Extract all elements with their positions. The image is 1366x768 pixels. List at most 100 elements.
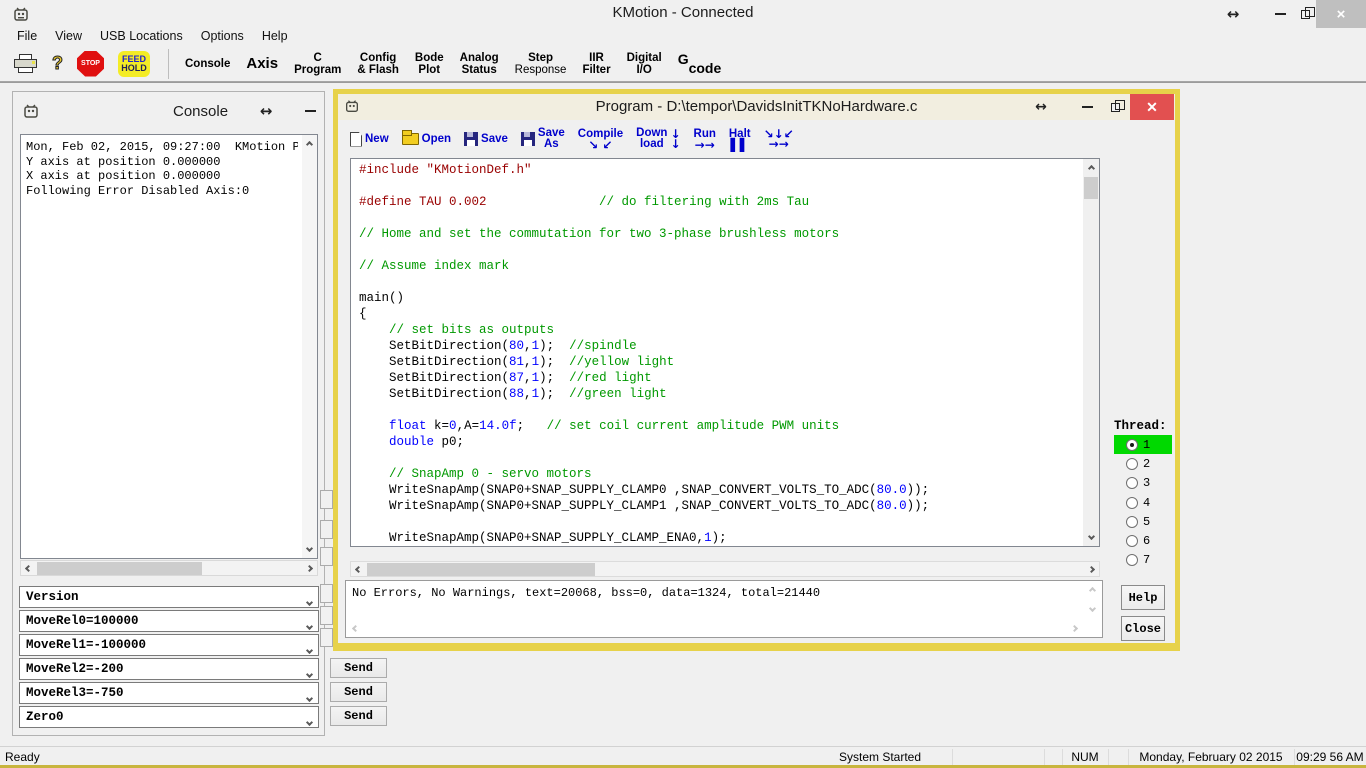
- chevron-down-icon[interactable]: [307, 619, 312, 633]
- close-button[interactable]: Close: [1121, 616, 1165, 641]
- scroll-right-icon[interactable]: [302, 561, 317, 575]
- toolbar-button-g-code[interactable]: Gcode: [676, 53, 724, 74]
- menu-file[interactable]: File: [8, 28, 46, 46]
- command-dropdown[interactable]: MoveRel0=100000: [19, 610, 319, 632]
- chevron-down-icon[interactable]: [307, 595, 312, 609]
- program-toolbar-download-button[interactable]: Download↓↓: [636, 128, 680, 150]
- toolbar-button-axis[interactable]: Axis: [244, 58, 280, 70]
- command-dropdown[interactable]: MoveRel2=-200: [19, 658, 319, 680]
- program-restore-button[interactable]: [1102, 94, 1128, 120]
- toolbar-button-digital-io[interactable]: DigitalI/O: [625, 52, 664, 76]
- program-toolbar-new-button[interactable]: New: [350, 132, 389, 147]
- partially-hidden-button[interactable]: [320, 520, 333, 539]
- toolbar-button-console[interactable]: Console: [183, 58, 232, 70]
- toolbar-button-iir-filter[interactable]: IIRFilter: [580, 52, 612, 76]
- chevron-down-icon[interactable]: [307, 691, 312, 705]
- program-toolbar-open-button[interactable]: Open: [402, 133, 451, 145]
- code-editor[interactable]: #include "KMotionDef.h" #define TAU 0.00…: [350, 158, 1100, 547]
- scrollbar-thumb[interactable]: [1084, 177, 1098, 199]
- toolbar-button-c-program[interactable]: CProgram: [292, 52, 343, 76]
- help-icon[interactable]: ?: [52, 53, 63, 74]
- command-dropdown[interactable]: MoveRel1=-100000: [19, 634, 319, 656]
- chevron-down-icon[interactable]: [307, 643, 312, 657]
- chevron-down-icon[interactable]: [307, 715, 312, 729]
- program-hsplit-button[interactable]: ↔: [1026, 94, 1056, 120]
- send-button[interactable]: Send: [330, 706, 387, 726]
- scroll-right-icon[interactable]: [1084, 562, 1099, 576]
- console-vertical-scrollbar[interactable]: [302, 135, 317, 558]
- scrollbar-thumb[interactable]: [37, 562, 202, 575]
- partially-hidden-send-button[interactable]: [320, 584, 333, 603]
- partially-hidden-button[interactable]: [320, 547, 333, 566]
- editor-vertical-scrollbar[interactable]: [1083, 159, 1099, 546]
- thread-option-2[interactable]: 2: [1114, 454, 1172, 473]
- chevron-down-icon[interactable]: [307, 667, 312, 681]
- thread-option-3[interactable]: 3: [1114, 474, 1172, 493]
- scroll-up-icon[interactable]: [302, 137, 317, 152]
- console-output-area[interactable]: Mon, Feb 02, 2015, 09:27:00 KMotion PY a…: [20, 134, 318, 559]
- main-close-button[interactable]: ×: [1316, 0, 1366, 28]
- main-hsplit-button[interactable]: ↔: [1218, 0, 1248, 28]
- main-restore-button[interactable]: [1292, 0, 1318, 28]
- scrollbar-thumb[interactable]: [367, 563, 595, 576]
- console-horizontal-scrollbar[interactable]: [20, 560, 318, 576]
- radio-button-icon[interactable]: [1126, 516, 1138, 528]
- program-toolbar-compile-download-run-button[interactable]: ↘↓↙→→: [764, 129, 794, 149]
- console-hsplit-button[interactable]: ↔: [251, 97, 281, 125]
- radio-button-icon[interactable]: [1126, 535, 1138, 547]
- scroll-down-icon[interactable]: [302, 541, 317, 556]
- console-log-line: Y axis at position 0.000000: [26, 155, 298, 170]
- program-toolbar-halt-button[interactable]: Halt▌▌: [729, 129, 751, 150]
- toolbar-button-step-response[interactable]: StepResponse: [513, 52, 569, 76]
- send-button[interactable]: Send: [330, 658, 387, 678]
- scroll-up-icon[interactable]: [1085, 583, 1100, 598]
- radio-button-icon[interactable]: [1126, 477, 1138, 489]
- toolbar-button-config-flash[interactable]: Config& Flash: [355, 52, 401, 76]
- program-toolbar-compile-button[interactable]: Compile↘ ↙: [578, 129, 623, 150]
- scroll-down-icon[interactable]: [1083, 529, 1099, 544]
- partially-hidden-send-button[interactable]: [320, 606, 333, 625]
- scroll-left-icon[interactable]: [351, 562, 366, 576]
- program-toolbar-save-as-button[interactable]: SaveAs: [521, 128, 565, 150]
- toolbar-button-bode-plot[interactable]: BodePlot: [413, 52, 446, 76]
- menu-usb-locations[interactable]: USB Locations: [91, 28, 192, 46]
- radio-button-icon[interactable]: [1126, 497, 1138, 509]
- help-button[interactable]: Help: [1121, 585, 1165, 610]
- scroll-left-icon[interactable]: [21, 561, 36, 575]
- stop-icon[interactable]: STOP: [77, 51, 104, 77]
- printer-icon[interactable]: [14, 54, 38, 74]
- program-minimize-button[interactable]: [1074, 94, 1100, 120]
- compiler-output-box[interactable]: No Errors, No Warnings, text=20068, bss=…: [345, 580, 1103, 638]
- scroll-down-icon[interactable]: [1085, 601, 1100, 616]
- scroll-left-icon[interactable]: [348, 621, 363, 636]
- partially-hidden-send-button[interactable]: [320, 628, 333, 647]
- program-toolbar-run-button[interactable]: Run→→: [694, 129, 716, 150]
- radio-button-icon[interactable]: [1126, 458, 1138, 470]
- main-minimize-button[interactable]: [1266, 0, 1294, 28]
- menu-help[interactable]: Help: [253, 28, 297, 46]
- program-toolbar-save-button[interactable]: Save: [464, 132, 508, 146]
- thread-option-6[interactable]: 6: [1114, 531, 1172, 550]
- radio-button-icon[interactable]: [1126, 554, 1138, 566]
- command-dropdown[interactable]: MoveRel3=-750: [19, 682, 319, 704]
- partially-hidden-button[interactable]: [320, 490, 333, 509]
- toolbar-button-analog-status[interactable]: AnalogStatus: [458, 52, 501, 76]
- menu-view[interactable]: View: [46, 28, 91, 46]
- thread-option-4[interactable]: 4: [1114, 493, 1172, 512]
- scroll-up-icon[interactable]: [1083, 161, 1099, 176]
- menu-options[interactable]: Options: [192, 28, 253, 46]
- program-close-button[interactable]: ✕: [1130, 94, 1174, 120]
- thread-option-7[interactable]: 7: [1114, 551, 1172, 570]
- thread-option-1[interactable]: 1: [1114, 435, 1172, 454]
- code-segment: );: [712, 531, 727, 545]
- editor-horizontal-scrollbar[interactable]: [350, 561, 1100, 577]
- scroll-right-icon[interactable]: [1067, 621, 1082, 636]
- send-button[interactable]: Send: [330, 682, 387, 702]
- thread-option-5[interactable]: 5: [1114, 512, 1172, 531]
- feedhold-icon[interactable]: FEED HOLD: [118, 51, 150, 77]
- command-dropdown[interactable]: Version: [19, 586, 319, 608]
- radio-button-icon[interactable]: [1126, 439, 1138, 451]
- code-segment: ));: [907, 483, 930, 497]
- console-minimize-button[interactable]: [297, 97, 323, 125]
- command-dropdown[interactable]: Zero0: [19, 706, 319, 728]
